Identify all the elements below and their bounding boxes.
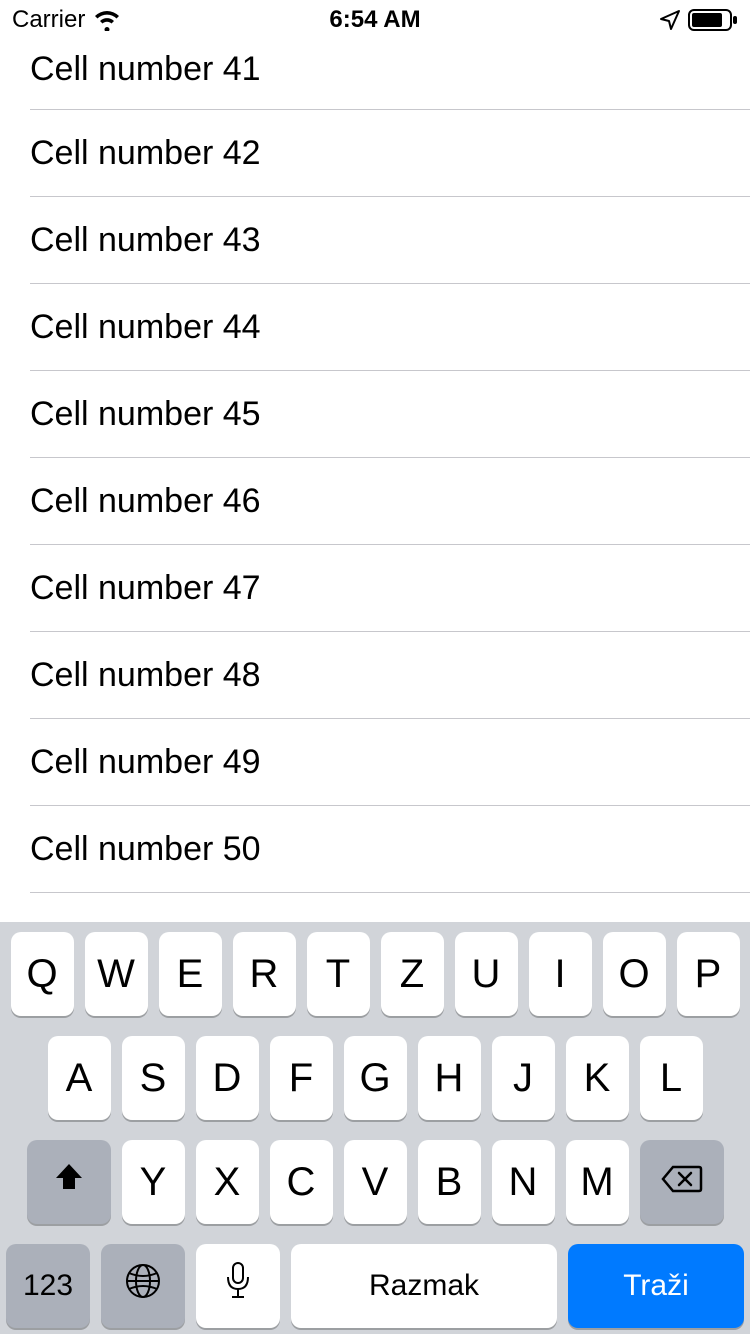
key-h[interactable]: H <box>418 1036 481 1120</box>
key-c[interactable]: C <box>270 1140 333 1224</box>
keyboard: Q W E R T Z U I O P A S D F G H J K L Y … <box>0 922 750 1334</box>
mic-icon <box>224 1261 252 1311</box>
key-d[interactable]: D <box>196 1036 259 1120</box>
keyboard-row-1: Q W E R T Z U I O P <box>6 932 744 1016</box>
key-a[interactable]: A <box>48 1036 111 1120</box>
cell-label: Cell number 42 <box>30 134 261 173</box>
mic-key[interactable] <box>196 1244 280 1328</box>
keyboard-row-2: A S D F G H J K L <box>6 1036 744 1120</box>
table-row[interactable]: Cell number 43 <box>30 197 750 284</box>
cell-label: Cell number 48 <box>30 656 261 695</box>
cell-label: Cell number 50 <box>30 830 261 869</box>
key-k[interactable]: K <box>566 1036 629 1120</box>
key-s[interactable]: S <box>122 1036 185 1120</box>
key-n[interactable]: N <box>492 1140 555 1224</box>
cell-label: Cell number 46 <box>30 482 261 521</box>
backspace-key[interactable] <box>640 1140 724 1224</box>
key-o[interactable]: O <box>603 932 666 1016</box>
table-row[interactable]: Cell number 44 <box>30 284 750 371</box>
table-row[interactable]: Cell number 46 <box>30 458 750 545</box>
table-row[interactable]: Cell number 41 <box>30 40 750 110</box>
space-key[interactable]: Razmak <box>291 1244 557 1328</box>
backspace-icon <box>661 1160 703 1205</box>
table-row[interactable]: Cell number 45 <box>30 371 750 458</box>
key-y[interactable]: Y <box>122 1140 185 1224</box>
keyboard-row-3: Y X C V B N M <box>6 1140 744 1224</box>
key-z[interactable]: Z <box>381 932 444 1016</box>
table-row[interactable]: Cell number 42 <box>30 110 750 197</box>
key-i[interactable]: I <box>529 932 592 1016</box>
location-icon <box>658 8 682 32</box>
key-v[interactable]: V <box>344 1140 407 1224</box>
table-row[interactable]: Cell number 50 <box>30 806 750 893</box>
shift-icon <box>51 1159 87 1205</box>
shift-key[interactable] <box>27 1140 111 1224</box>
keyboard-row-4: 123 Razmak Traži <box>6 1244 744 1328</box>
key-q[interactable]: Q <box>11 932 74 1016</box>
cell-label: Cell number 41 <box>30 50 261 89</box>
key-w[interactable]: W <box>85 932 148 1016</box>
key-l[interactable]: L <box>640 1036 703 1120</box>
globe-key[interactable] <box>101 1244 185 1328</box>
cell-label: Cell number 47 <box>30 569 261 608</box>
key-r[interactable]: R <box>233 932 296 1016</box>
globe-icon <box>123 1261 163 1311</box>
table-row[interactable]: Cell number 49 <box>30 719 750 806</box>
status-left: Carrier <box>12 6 121 34</box>
table-row[interactable]: Cell number 47 <box>30 545 750 632</box>
cell-label: Cell number 45 <box>30 395 261 434</box>
key-t[interactable]: T <box>307 932 370 1016</box>
carrier-label: Carrier <box>12 6 85 34</box>
key-j[interactable]: J <box>492 1036 555 1120</box>
key-g[interactable]: G <box>344 1036 407 1120</box>
key-b[interactable]: B <box>418 1140 481 1224</box>
cell-label: Cell number 43 <box>30 221 261 260</box>
key-f[interactable]: F <box>270 1036 333 1120</box>
status-time: 6:54 AM <box>329 6 420 34</box>
cell-label: Cell number 49 <box>30 743 261 782</box>
cell-label: Cell number 44 <box>30 308 261 347</box>
numbers-key[interactable]: 123 <box>6 1244 90 1328</box>
key-x[interactable]: X <box>196 1140 259 1224</box>
return-key[interactable]: Traži <box>568 1244 744 1328</box>
table-row[interactable]: Cell number 48 <box>30 632 750 719</box>
key-e[interactable]: E <box>159 932 222 1016</box>
key-p[interactable]: P <box>677 932 740 1016</box>
key-u[interactable]: U <box>455 932 518 1016</box>
battery-icon <box>688 8 738 32</box>
status-right <box>658 8 738 32</box>
table-view[interactable]: Cell number 41 Cell number 42 Cell numbe… <box>0 40 750 893</box>
key-m[interactable]: M <box>566 1140 629 1224</box>
status-bar: Carrier 6:54 AM <box>0 0 750 40</box>
wifi-icon <box>93 9 121 31</box>
